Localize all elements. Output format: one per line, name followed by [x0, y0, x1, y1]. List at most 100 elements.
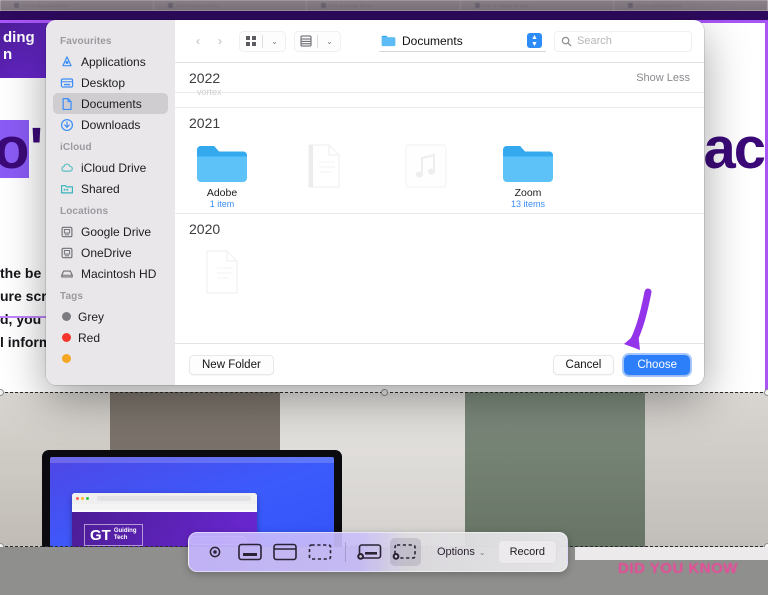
sidebar-item-documents[interactable]: Documents — [53, 93, 168, 114]
group-header-2021[interactable]: 2021 — [175, 108, 704, 138]
tag-color-dot — [62, 333, 71, 342]
music-file-icon — [405, 144, 447, 188]
file-name: Zoom — [514, 187, 542, 199]
sidebar-item-label: iCloud Drive — [81, 160, 147, 175]
page-heading-right: ac — [703, 116, 765, 181]
browser-tab[interactable]: How to change file type — [461, 1, 615, 10]
file-browser-list[interactable]: 2022 Show Less vortex 2021 Adobe 1 item — [175, 63, 704, 343]
tab-favicon — [14, 3, 19, 8]
selected-window-icon — [237, 543, 262, 561]
tag-color-dot — [62, 312, 71, 321]
logo-text: Guiding Tech — [114, 528, 137, 542]
did-you-know-label: DID YOU KNOW — [618, 560, 738, 577]
cancel-button[interactable]: Cancel — [552, 354, 615, 375]
sidebar-item-shared[interactable]: Shared — [53, 178, 168, 199]
sidebar-tag-grey[interactable]: Grey — [53, 306, 168, 327]
browser-tab-title: How to record a video — [175, 3, 219, 8]
arrange-dropdown[interactable]: ⌄ — [318, 31, 341, 52]
capture-selected-window-button[interactable] — [234, 538, 265, 566]
capture-entire-screen-button[interactable] — [199, 538, 230, 566]
sidebar-item-icloud-drive[interactable]: iCloud Drive — [53, 157, 168, 178]
sidebar-item-macintosh-hd[interactable]: Macintosh HD — [53, 263, 168, 284]
browser-tab[interactable]: How to edit screenshot — [614, 1, 768, 10]
grid-view-icon — [245, 36, 256, 46]
chevron-down-icon: ⌄ — [271, 36, 278, 46]
save-location-label: Documents — [402, 33, 463, 48]
record-entire-screen-button[interactable] — [355, 538, 386, 566]
heading-letter: o — [0, 120, 29, 178]
record-portion-icon — [392, 544, 417, 560]
view-mode-control[interactable]: ⌄ — [239, 30, 286, 52]
shared-folder-icon — [60, 184, 74, 193]
show-less-button[interactable]: Show Less — [636, 72, 690, 84]
sidebar-item-label: Applications — [81, 54, 146, 69]
file-item-zoom[interactable]: Zoom 13 items — [499, 144, 557, 209]
options-button[interactable]: Options ⌄ — [429, 546, 494, 558]
arrange-control[interactable]: ⌄ — [294, 30, 341, 52]
entire-screen-icon — [209, 546, 220, 558]
location-stepper-button[interactable]: ▲ ▼ — [527, 33, 542, 48]
sidebar-item-onedrive[interactable]: OneDrive — [53, 242, 168, 263]
file-item-music[interactable] — [397, 144, 455, 209]
toolbar-separator — [344, 542, 346, 562]
file-item-adobe[interactable]: Adobe 1 item — [193, 144, 251, 209]
group-year-label: 2022 — [189, 69, 221, 86]
sidebar-item-label: Desktop — [81, 75, 126, 90]
browser-tab-title: How to change file type — [482, 3, 529, 8]
logo-line-2: Tech — [113, 535, 128, 541]
chevron-down-icon: ⌄ — [326, 36, 333, 46]
capture-window-button[interactable] — [269, 538, 300, 566]
macos-screenshot-toolbar[interactable]: Options ⌄ Record — [188, 532, 568, 572]
navigation-buttons: ‹ › — [187, 31, 231, 51]
sidebar-section-header-icloud: iCloud — [60, 142, 92, 153]
sidebar-item-google-drive[interactable]: Google Drive — [53, 221, 168, 242]
record-button[interactable]: Record — [497, 540, 558, 564]
page-heading-left: o' — [0, 120, 43, 178]
arrange-button[interactable] — [294, 31, 317, 52]
close-icon — [76, 497, 79, 500]
tab-favicon — [321, 3, 327, 8]
finder-save-panel: Favourites Applications Desktop Document… — [46, 20, 704, 385]
capture-selected-portion-button[interactable] — [305, 538, 336, 566]
save-location-field[interactable]: Documents ▲ ▼ — [379, 30, 546, 52]
back-button[interactable]: ‹ — [187, 31, 209, 51]
view-mode-dropdown[interactable]: ⌄ — [263, 31, 286, 52]
browser-tab-title: How to edit screenshot — [636, 3, 682, 8]
sidebar-item-downloads[interactable]: Downloads — [53, 114, 168, 135]
browser-tab-bar: How to take screenshot How to record a v… — [0, 0, 768, 11]
choose-button[interactable]: Choose — [622, 352, 692, 377]
sidebar-item-desktop[interactable]: Desktop — [53, 72, 168, 93]
sidebar-tag-orange[interactable] — [53, 348, 168, 369]
sidebar-item-label: Grey — [78, 309, 105, 324]
sidebar-item-label: Red — [78, 330, 101, 345]
file-item-document[interactable] — [295, 144, 353, 209]
file-item-count: 13 items — [510, 199, 545, 209]
browser-tab-title: How to take screenshot — [22, 3, 69, 8]
finder-content: ‹ › ⌄ ⌄ Documents ▲ ▼ Search 2022 Show L… — [175, 20, 704, 385]
record-selected-portion-button[interactable] — [389, 538, 421, 566]
file-item-document[interactable] — [193, 250, 251, 297]
browser-tab[interactable]: How to record a video — [154, 1, 308, 10]
sidebar-tag-red[interactable]: Red — [53, 327, 168, 348]
folder-icon — [381, 35, 396, 46]
sidebar-item-label: Downloads — [81, 117, 141, 132]
folder-icon — [503, 146, 553, 182]
new-folder-button[interactable]: New Folder — [189, 354, 274, 375]
grid-view-button[interactable] — [239, 31, 262, 52]
logo-mark: GT — [90, 526, 111, 544]
document-icon — [206, 250, 238, 294]
logo-line-1: Guiding — [113, 528, 137, 534]
sidebar-item-applications[interactable]: Applications — [53, 51, 168, 72]
forward-button[interactable]: › — [209, 31, 231, 51]
browser-tab[interactable]: How to change file loc — [307, 1, 461, 10]
tag-color-dot — [62, 354, 71, 363]
sidebar-section-header-favourites: Favourites — [60, 36, 112, 47]
group-header-2020[interactable]: 2020 — [175, 214, 704, 244]
browser-tab[interactable]: How to take screenshot — [0, 1, 154, 10]
browser-tab-title: How to change file loc — [329, 3, 373, 8]
document-icon — [62, 97, 72, 110]
search-field[interactable]: Search — [554, 30, 692, 52]
address-bar — [97, 496, 251, 501]
record-screen-icon — [357, 544, 382, 560]
desktop-icon — [60, 77, 74, 88]
